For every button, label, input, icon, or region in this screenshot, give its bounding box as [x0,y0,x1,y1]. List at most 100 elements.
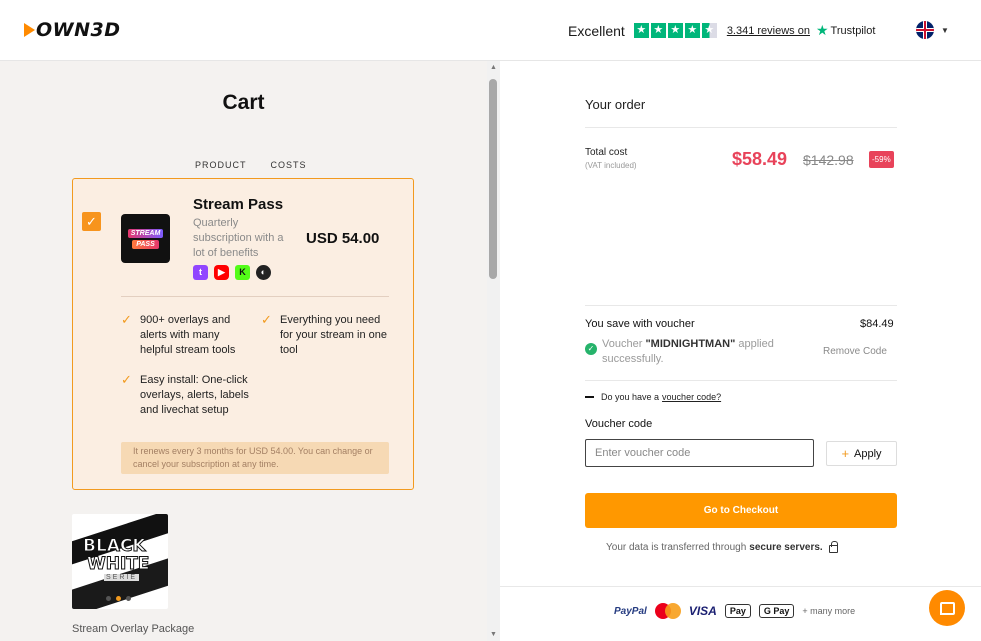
chat-icon [939,601,955,615]
trustpilot-logo: ★ Trustpilot [816,22,875,39]
play-icon [24,23,35,37]
item-price: USD 54.00 [306,230,380,247]
star-icon: ★ [650,23,666,38]
youtube-icon: ▶ [214,265,229,280]
divider [585,127,897,128]
carousel-dots [106,596,131,601]
package-thumb-text-2: WHITE [87,554,151,575]
star-icon: ★ [684,23,700,38]
vat-note: (VAT included) [585,161,637,170]
divider [585,305,897,306]
voucher-code-input[interactable] [585,439,814,467]
lock-icon [828,541,838,553]
more-payments-text: + many more [802,606,856,616]
overlay-package-thumbnail[interactable]: BLACK WHITE SERIE [72,514,168,609]
trustpilot-star-icon: ★ [815,22,829,38]
check-circle-icon: ✓ [585,343,597,355]
scrollbar[interactable]: ▲ ▼ [487,61,500,641]
star-icon: ★ [633,23,649,38]
voucher-toggle[interactable]: Do you have a voucher code? [585,392,721,402]
renewal-note: It renews every 3 months for USD 54.00. … [121,442,389,474]
total-price: $58.49 [732,149,788,169]
package-label: Stream Overlay Package [72,623,195,635]
trust-label: Excellent [568,22,625,39]
scroll-down-arrow-icon[interactable]: ▼ [490,631,497,638]
trustpilot-widget[interactable]: Excellent ★ ★ ★ ★ ★ 3.341 reviews on ★ T… [568,22,875,39]
package-thumb-text-1: BLACK [83,536,147,557]
plus-icon: + [841,446,850,461]
chat-button[interactable] [929,590,965,626]
scroll-thumb[interactable] [489,79,497,279]
paypal-logo: PayPal [614,605,647,617]
voucher-code: "MIDNIGHTMAN" [645,338,736,350]
stream-pass-thumbnail: STREAM PASS [121,214,170,263]
half-star-icon: ★ [701,23,717,38]
site-header: OWN3D Excellent ★ ★ ★ ★ ★ 3.341 reviews … [0,0,981,61]
scroll-up-arrow-icon[interactable]: ▲ [490,64,497,71]
feature-item: ✓ Everything you need for your stream in… [261,312,390,358]
minus-icon [585,396,594,398]
apply-label: Apply [854,447,882,460]
checkmark-icon: ✓ [121,312,132,327]
thumb-text-2: PASS [132,239,159,249]
secure-bold: secure servers. [749,542,823,553]
secure-note: Your data is transferred through secure … [606,541,838,553]
order-summary-pane: Your order Total cost (VAT included) $58… [500,61,981,641]
brand-name: OWN3D [36,19,121,41]
item-checkbox[interactable]: ✓ [82,212,101,231]
cart-column-headers: PRODUCT COSTS [195,160,307,170]
apple-pay-logo: Pay [724,604,751,618]
trustpilot-label: Trustpilot [830,24,876,37]
original-price: $142.98 [803,152,854,168]
cart-title: Cart [222,91,265,114]
checkmark-icon: ✓ [121,372,132,387]
uk-flag-icon [916,21,934,39]
apple-pay-text: Pay [729,606,746,616]
apply-button[interactable]: + Apply [826,441,897,466]
voucher-toggle-link[interactable]: voucher code? [662,392,721,402]
obs-icon: ◐ [256,265,271,280]
feature-text: 900+ overlays and alerts with many helpf… [140,314,236,356]
secure-prefix: Your data is transferred through [606,542,747,553]
package-thumb-text-3: SERIE [104,574,140,581]
order-title: Your order [585,97,646,112]
rating-stars: ★ ★ ★ ★ ★ [633,23,717,38]
thumb-text-1: STREAM [127,228,164,238]
divider [585,380,897,381]
cart-item-stream-pass: ✓ STREAM PASS Stream Pass Quarterly subs… [72,178,414,490]
col-product: PRODUCT [195,160,247,170]
remove-code-link[interactable]: Remove Code [823,346,887,357]
feature-text: Easy install: One-click overlays, alerts… [140,374,249,416]
checkmark-icon: ✓ [261,312,272,327]
voucher-savings-label: You save with voucher [585,318,695,330]
discount-badge: -59% [869,151,894,168]
kick-icon: K [235,265,250,280]
star-icon: ★ [667,23,683,38]
total-label: Total cost [585,147,628,158]
voucher-toggle-text: Do you have a [601,392,660,402]
language-selector[interactable]: ▼ [916,21,949,39]
voucher-prefix: Voucher [602,338,643,350]
own3d-logo[interactable]: OWN3D [24,19,121,41]
item-description: Quarterly subscription with a lot of ben… [193,217,284,259]
voucher-savings-value: $84.49 [860,318,894,330]
visa-logo: VISA [688,604,717,618]
feature-text: Everything you need for your stream in o… [280,314,387,356]
twitch-icon: t [193,265,208,280]
cart-pane: Cart PRODUCT COSTS ✓ STREAM PASS Stream … [0,61,487,641]
divider [500,586,981,587]
divider [121,296,389,297]
checkout-button[interactable]: Go to Checkout [585,493,897,528]
payment-methods: PayPal VISA Pay G Pay + many more [614,603,855,619]
voucher-code-label: Voucher code [585,418,653,430]
voucher-applied-message: ✓ Voucher "MIDNIGHTMAN" applied successf… [585,337,792,367]
col-costs: COSTS [270,160,307,170]
chevron-down-icon: ▼ [941,25,949,35]
feature-item: ✓ Easy install: One-click overlays, aler… [121,372,260,418]
feature-item: ✓ 900+ overlays and alerts with many hel… [121,312,250,358]
reviews-link[interactable]: 3.341 reviews on [727,25,810,37]
mastercard-logo [654,603,681,619]
platform-icons: t ▶ K ◐ [193,265,271,280]
google-pay-logo: G Pay [758,604,795,618]
item-name: Stream Pass [193,196,284,213]
